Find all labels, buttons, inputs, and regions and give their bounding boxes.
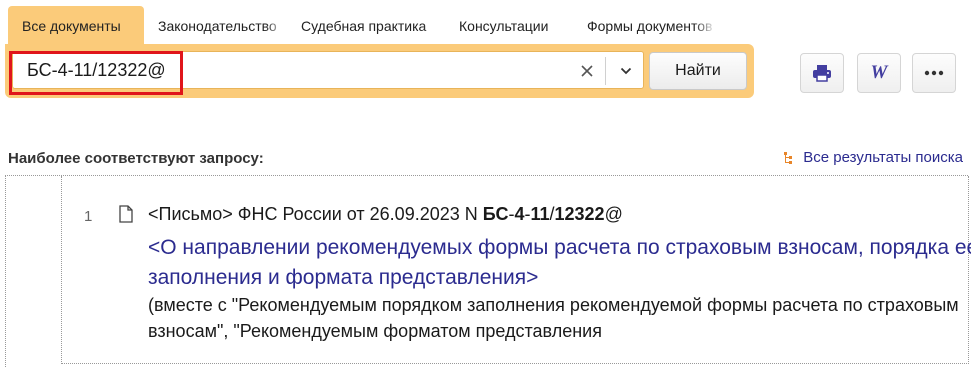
results-tree-icon xyxy=(784,151,793,164)
search-divider xyxy=(605,57,606,85)
document-description: (вместе с "Рекомендуемым порядком заполн… xyxy=(148,295,959,341)
best-match-heading: Наиболее соответствуют запросу: xyxy=(8,150,264,167)
printer-icon xyxy=(813,65,831,82)
result-number: 1 xyxy=(84,208,93,225)
document-title-link[interactable]: <О направлении рекомендуемых формы расче… xyxy=(148,233,971,293)
search-input[interactable] xyxy=(27,52,567,88)
more-icon xyxy=(924,70,944,76)
print-button[interactable] xyxy=(800,53,844,93)
results-list: 1 <Письмо> ФНС России от 26.09.2023 N БС… xyxy=(5,175,971,367)
tabs-bar: Все документы Законодательство Судебная … xyxy=(8,6,716,46)
clear-search-button[interactable] xyxy=(574,58,600,84)
chevron-down-icon xyxy=(620,67,632,75)
all-results-label: Все результаты поиска xyxy=(803,149,963,166)
more-options-button[interactable] xyxy=(912,53,956,93)
document-prefix: <Письмо> ФНС России от 26.09.2023 N xyxy=(148,204,483,224)
all-results-link[interactable]: Все результаты поиска xyxy=(783,149,963,166)
query-match: 12322 xyxy=(554,204,605,224)
tab-legislation[interactable]: Законодательство xyxy=(144,6,287,46)
query-match: 4 xyxy=(514,204,525,224)
list-item: 1 <Письмо> ФНС России от 26.09.2023 N БС… xyxy=(61,176,971,364)
query-match: 11 xyxy=(530,204,550,224)
tab-all-documents[interactable]: Все документы xyxy=(8,6,144,46)
tab-consultations[interactable]: Консультации xyxy=(445,6,573,46)
export-word-button[interactable]: W xyxy=(857,53,901,93)
document-suffix: @ xyxy=(604,204,623,224)
word-icon: W xyxy=(870,62,888,83)
close-icon xyxy=(581,65,593,77)
tab-document-forms[interactable]: Формы документов xyxy=(573,6,716,46)
search-box xyxy=(12,51,644,89)
find-button[interactable]: Найти xyxy=(649,52,747,90)
search-history-dropdown[interactable] xyxy=(611,58,641,84)
tab-court-practice[interactable]: Судебная практика xyxy=(287,6,445,46)
document-icon xyxy=(119,205,133,223)
query-match: БС xyxy=(482,204,509,224)
document-reference: <Письмо> ФНС России от 26.09.2023 N БС-4… xyxy=(148,204,623,225)
search-bar xyxy=(5,44,754,98)
